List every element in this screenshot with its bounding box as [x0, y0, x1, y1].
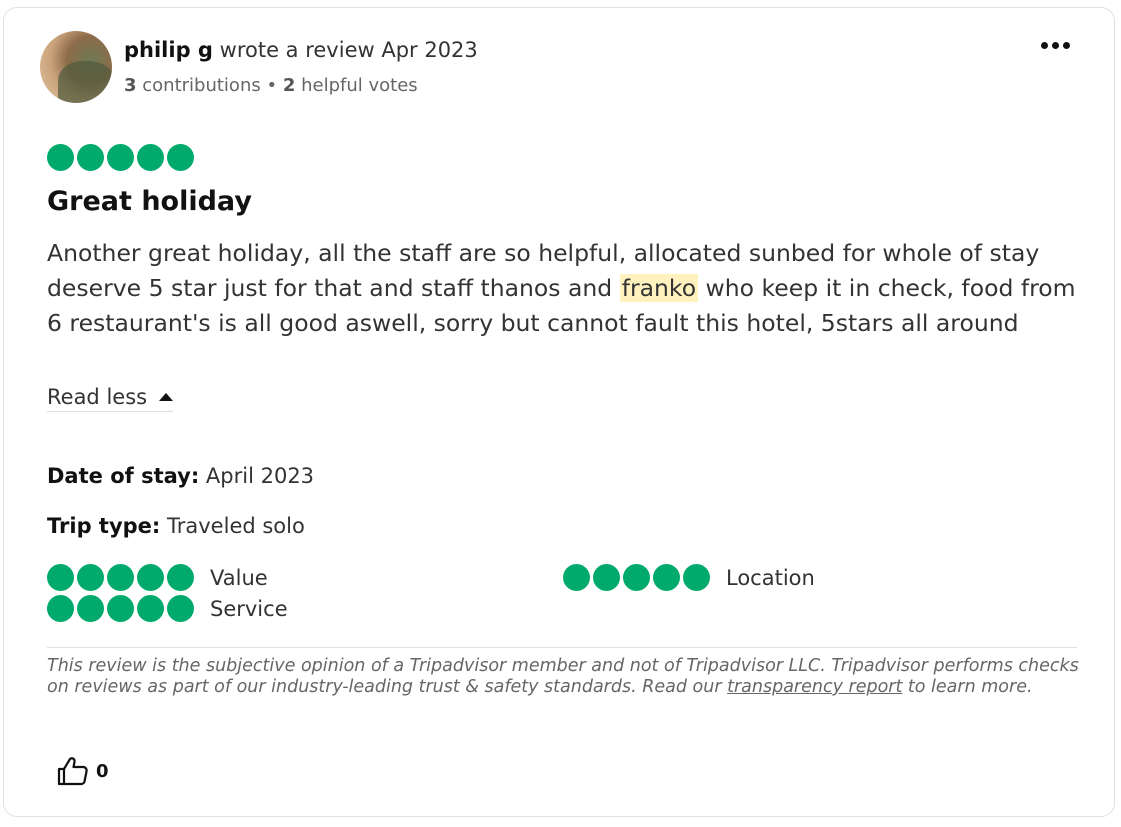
- rating-bubble: [77, 564, 104, 591]
- rating-bubble: [167, 144, 194, 171]
- helpful-votes-count: 2: [282, 75, 296, 96]
- rating-bubble: [137, 564, 164, 591]
- disclaimer-text-end: to learn more.: [902, 677, 1033, 697]
- rating-bubble: [107, 595, 134, 622]
- location-rating-bubbles: [563, 564, 710, 591]
- caret-up-icon: [159, 393, 174, 401]
- divider: [47, 647, 1077, 648]
- trip-type: Trip type: Traveled solo: [47, 514, 305, 538]
- review-body: Another great holiday, all the staff are…: [47, 236, 1082, 341]
- date-of-stay-value: April 2023: [205, 464, 315, 488]
- sub-rating-location: Location: [563, 564, 815, 591]
- overall-rating-bubbles: [47, 144, 194, 171]
- rating-bubble: [77, 144, 104, 171]
- review-card: philip g wrote a review Apr 2023 3 contr…: [3, 7, 1115, 817]
- rating-bubble: [167, 595, 194, 622]
- date-of-stay-label: Date of stay:: [47, 464, 200, 488]
- review-highlight: franko: [619, 274, 699, 302]
- author-action: wrote a review Apr 2023: [219, 38, 478, 62]
- value-rating-bubbles: [47, 564, 194, 591]
- rating-bubble: [47, 564, 74, 591]
- read-less-label: Read less: [47, 385, 148, 409]
- sub-rating-label: Location: [726, 565, 815, 590]
- author-stats: 3 contributions • 2 helpful votes: [124, 75, 418, 96]
- rating-bubble: [137, 595, 164, 622]
- sub-rating-service: Service: [47, 595, 288, 622]
- service-rating-bubbles: [47, 595, 194, 622]
- rating-bubble: [47, 595, 74, 622]
- author-line: philip g wrote a review Apr 2023: [124, 38, 478, 62]
- stats-separator: •: [266, 75, 278, 96]
- rating-bubble: [107, 564, 134, 591]
- rating-bubble: [653, 564, 680, 591]
- date-of-stay: Date of stay: April 2023: [47, 464, 314, 488]
- rating-bubble: [107, 144, 134, 171]
- rating-bubble: [47, 144, 74, 171]
- trip-type-value: Traveled solo: [167, 514, 305, 538]
- thumbs-up-icon: [57, 757, 88, 786]
- helpful-count: 0: [96, 760, 109, 782]
- review-title: Great holiday: [47, 186, 252, 217]
- rating-bubble: [137, 144, 164, 171]
- rating-bubble: [77, 595, 104, 622]
- review-disclaimer: This review is the subjective opinion of…: [47, 656, 1082, 698]
- rating-bubble: [683, 564, 710, 591]
- helpful-vote-button[interactable]: 0: [56, 756, 109, 786]
- trip-type-label: Trip type:: [47, 514, 161, 538]
- rating-bubble: [593, 564, 620, 591]
- rating-bubble: [563, 564, 590, 591]
- read-less-button[interactable]: Read less: [47, 385, 174, 412]
- helpful-votes-label: helpful votes: [301, 75, 418, 96]
- rating-bubble: [167, 564, 194, 591]
- sub-rating-label: Value: [210, 565, 268, 590]
- sub-rating-label: Service: [210, 596, 288, 621]
- rating-bubble: [623, 564, 650, 591]
- user-avatar[interactable]: [40, 31, 112, 103]
- transparency-report-link[interactable]: transparency report: [727, 677, 902, 697]
- author-name[interactable]: philip g: [124, 38, 213, 62]
- contributions-count: 3: [124, 75, 137, 96]
- sub-rating-value: Value: [47, 564, 268, 591]
- more-options-icon[interactable]: [1041, 42, 1070, 49]
- contributions-label: contributions: [142, 75, 261, 96]
